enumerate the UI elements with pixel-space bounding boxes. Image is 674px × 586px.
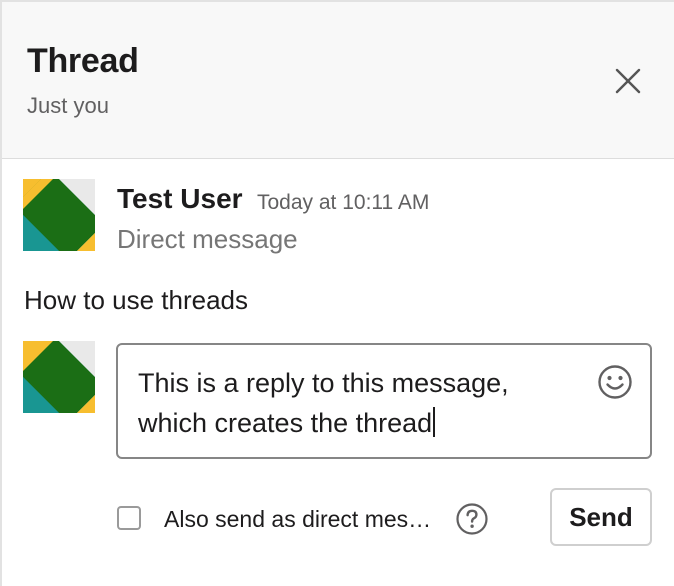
- sender-avatar[interactable]: [23, 179, 95, 251]
- reply-input[interactable]: This is a reply to this message, which c…: [116, 343, 652, 459]
- reply-avatar: [23, 341, 95, 413]
- send-button[interactable]: Send: [550, 488, 652, 546]
- message-text: How to use threads: [24, 285, 249, 315]
- close-button[interactable]: [606, 62, 650, 100]
- smiley-icon: [598, 365, 632, 399]
- thread-subtitle: Just you: [27, 93, 109, 118]
- reply-text-content[interactable]: This is a reply to this message, which c…: [138, 363, 578, 443]
- help-button[interactable]: [455, 502, 489, 536]
- close-icon: [615, 68, 641, 94]
- avatar-image: [23, 179, 95, 251]
- emoji-button[interactable]: [596, 363, 634, 401]
- avatar-image: [23, 341, 95, 413]
- thread-panel: Thread Just you Test User Today at 10:11…: [0, 0, 674, 586]
- sender-name[interactable]: Test User: [117, 183, 243, 215]
- help-icon: [456, 503, 488, 535]
- text-caret: [433, 407, 436, 437]
- channel-label: Direct message: [117, 224, 298, 254]
- message-timestamp[interactable]: Today at 10:11 AM: [257, 191, 429, 215]
- thread-title: Thread: [27, 42, 139, 80]
- also-send-checkbox[interactable]: [117, 506, 141, 530]
- reply-text-value: This is a reply to this message, which c…: [138, 368, 509, 438]
- also-send-label[interactable]: Also send as direct mes…: [164, 506, 431, 533]
- thread-header: Thread Just you: [2, 2, 674, 159]
